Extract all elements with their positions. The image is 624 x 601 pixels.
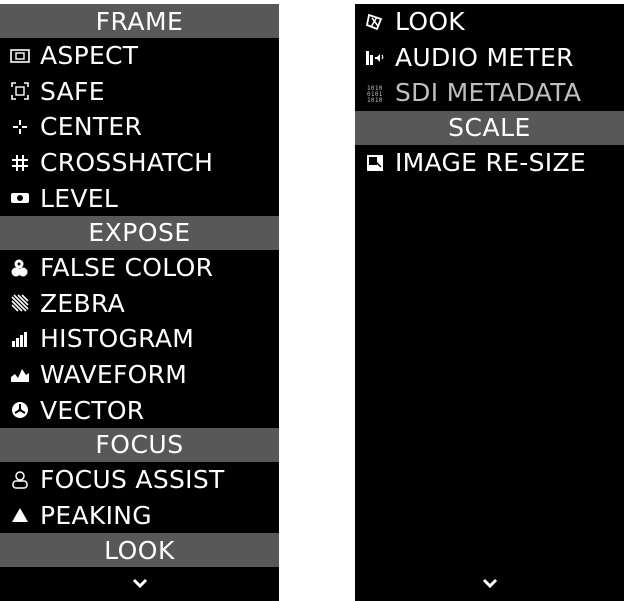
menu-item-peaking[interactable]: PEAKING: [0, 498, 279, 534]
menu-item-label: FOCUS ASSIST: [40, 465, 225, 495]
menu-item-label: CROSSHATCH: [40, 148, 214, 178]
look-section-header: LOOK: [0, 533, 279, 568]
menu-item-label: CENTER: [40, 112, 143, 142]
menu-item-waveform[interactable]: WAVEFORM: [0, 357, 279, 393]
menu-item-safe[interactable]: SAFE: [0, 74, 279, 110]
look-header-label: LOOK: [104, 535, 175, 565]
frame-header-label: FRAME: [95, 6, 184, 36]
level-icon: [0, 191, 40, 205]
scroll-down-button[interactable]: [355, 571, 624, 595]
sdi-metadata-icon: 1010 0101 1010: [355, 84, 395, 102]
safe-icon: [0, 82, 40, 101]
chevron-down-icon: [482, 574, 498, 593]
menu-item-label: FALSE COLOR: [40, 253, 214, 283]
menu-item-focus-assist[interactable]: FOCUS ASSIST: [0, 462, 279, 498]
svg-text:1010: 1010: [367, 97, 383, 102]
menu-item-label: HISTOGRAM: [40, 324, 195, 354]
menu-item-zebra[interactable]: ZEBRA: [0, 286, 279, 322]
crosshatch-icon: [0, 154, 40, 172]
expose-header-label: EXPOSE: [88, 218, 191, 248]
zebra-icon: [0, 294, 40, 312]
audio-meter-icon: [355, 49, 395, 66]
menu-item-false-color[interactable]: FALSE COLOR: [0, 250, 279, 286]
menu-item-audio-meter[interactable]: AUDIO METER: [355, 40, 624, 76]
center-icon: [0, 118, 40, 136]
menu-item-vector[interactable]: VECTOR: [0, 392, 279, 428]
menu-item-label: VECTOR: [40, 395, 145, 425]
histogram-icon: [0, 331, 40, 347]
menu-item-label: PEAKING: [40, 500, 152, 530]
menu-item-label: ZEBRA: [40, 288, 126, 318]
frame-section-header: FRAME: [0, 4, 279, 38]
chevron-down-icon: [132, 574, 148, 593]
menu-item-label: LEVEL: [40, 183, 119, 213]
false-color-icon: [0, 258, 40, 278]
scale-header-label: SCALE: [448, 113, 531, 143]
menu-item-look[interactable]: LOOK: [355, 4, 624, 40]
menu-item-label: ASPECT: [40, 41, 139, 71]
menu-item-histogram[interactable]: HISTOGRAM: [0, 321, 279, 357]
menu-item-sdi-metadata[interactable]: 1010 0101 1010 SDI METADATA: [355, 75, 624, 111]
focus-assist-icon: [0, 470, 40, 490]
menu-item-label: LOOK: [395, 7, 465, 37]
menu-item-image-resize[interactable]: IMAGE RE-SIZE: [355, 145, 624, 181]
image-resize-icon: [355, 154, 395, 172]
expose-section-header: EXPOSE: [0, 215, 279, 250]
focus-section-header: FOCUS: [0, 427, 279, 462]
scale-section-header: SCALE: [355, 110, 624, 145]
menu-item-center[interactable]: CENTER: [0, 109, 279, 145]
right-menu-panel: LOOK AUDIO METER 1010 0101 1010 SDI METADA…: [355, 4, 624, 601]
menu-item-crosshatch[interactable]: CROSSHATCH: [0, 145, 279, 181]
menu-item-level[interactable]: LEVEL: [0, 180, 279, 216]
menu-item-label: WAVEFORM: [40, 360, 188, 390]
look-icon: [355, 13, 395, 31]
menu-item-aspect[interactable]: ASPECT: [0, 38, 279, 74]
vector-icon: [0, 401, 40, 419]
aspect-icon: [0, 48, 40, 64]
peaking-icon: [0, 507, 40, 523]
menu-item-label: SAFE: [40, 76, 105, 106]
focus-header-label: FOCUS: [95, 430, 184, 460]
scroll-down-button[interactable]: [0, 571, 279, 595]
waveform-icon: [0, 368, 40, 382]
menu-item-label: SDI METADATA: [395, 78, 582, 108]
menu-item-label: IMAGE RE-SIZE: [395, 148, 586, 178]
menu-item-label: AUDIO METER: [395, 42, 574, 72]
left-menu-panel: FRAME ASPECT SAFE CENTER CROSSHATCH LEVE…: [0, 4, 279, 601]
